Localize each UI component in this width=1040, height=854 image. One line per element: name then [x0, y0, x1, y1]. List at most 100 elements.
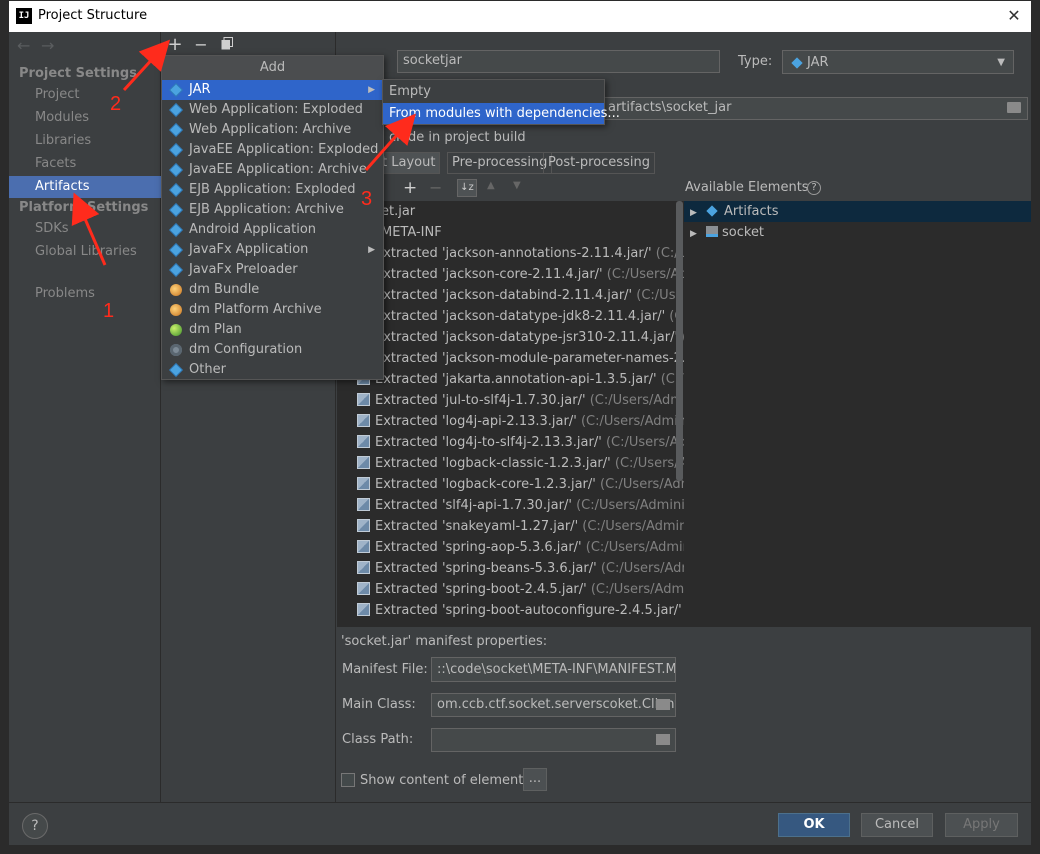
tree-row[interactable]: et.jar: [337, 201, 684, 222]
cancel-button[interactable]: Cancel: [861, 813, 933, 837]
sidebar-item-modules[interactable]: Modules: [9, 107, 161, 129]
artifact-detail-panel: socketjar Type: JAR ▼ artifacts\socket_j…: [337, 32, 1031, 802]
extracted-jar-icon: [357, 435, 370, 448]
sort-icon[interactable]: ↓z: [457, 179, 477, 197]
tree-row[interactable]: Extracted 'log4j-api-2.13.3.jar/' (C:/Us…: [337, 411, 684, 432]
add-menu-item[interactable]: EJB Application: Archive: [162, 200, 383, 220]
help-button[interactable]: ?: [22, 813, 48, 839]
sidebar-item-artifacts[interactable]: Artifacts: [9, 176, 161, 198]
add-menu-item[interactable]: JavaEE Application: Archive: [162, 160, 383, 180]
tree-row[interactable]: Extracted 'logback-core-1.2.3.jar/' (C:/…: [337, 474, 684, 495]
ok-button[interactable]: OK: [778, 813, 850, 837]
forward-arrow-icon[interactable]: →: [41, 36, 54, 55]
add-menu-item[interactable]: Web Application: Exploded: [162, 100, 383, 120]
folder-icon[interactable]: [1007, 102, 1021, 113]
output-layout-tree[interactable]: et.jar META-INF Extracted 'jackson-annot…: [337, 201, 684, 627]
tree-row[interactable]: Extracted 'jackson-datatype-jsr310-2.11.…: [337, 327, 684, 348]
tree-row[interactable]: Extracted 'snakeyaml-1.27.jar/' (C:/User…: [337, 516, 684, 537]
sidebar-item-project[interactable]: Project: [9, 84, 161, 106]
ejb-icon: [170, 184, 182, 196]
tree-row[interactable]: Extracted 'jackson-databind-2.11.4.jar/'…: [337, 285, 684, 306]
tree-row[interactable]: Extracted 'spring-boot-2.4.5.jar/' (C:/U…: [337, 579, 684, 600]
tree-row[interactable]: Extracted 'jackson-module-parameter-name…: [337, 348, 684, 369]
move-up-icon[interactable]: ▲: [487, 180, 495, 191]
tree-row-path: (C:/Users/Administrato: [582, 519, 684, 534]
layout-remove-icon[interactable]: −: [429, 178, 442, 197]
manifest-file-field[interactable]: ::\code\socket\META-INF\MANIFEST.MF: [431, 657, 676, 682]
expand-icon[interactable]: ▶: [690, 203, 704, 224]
show-content-label[interactable]: Show content of elements: [360, 773, 530, 788]
show-content-checkbox[interactable]: [341, 773, 355, 787]
add-menu-item[interactable]: JAR ▶: [162, 80, 383, 100]
available-elements-tree[interactable]: ▶ Artifacts ▶ socket: [684, 201, 1031, 627]
back-arrow-icon[interactable]: ←: [17, 36, 30, 55]
tree-row[interactable]: Extracted 'spring-aop-5.3.6.jar/' (C:/Us…: [337, 537, 684, 558]
help-circle-icon[interactable]: ?: [807, 181, 821, 195]
tree-row[interactable]: Extracted 'spring-beans-5.3.6.jar/' (C:/…: [337, 558, 684, 579]
section-project-settings: Project Settings: [19, 66, 137, 81]
extracted-jar-icon: [357, 582, 370, 595]
javafx-icon: [170, 264, 182, 276]
sidebar-item-problems[interactable]: Problems: [9, 283, 161, 305]
tree-row[interactable]: Extracted 'jul-to-slf4j-1.7.30.jar/' (C:…: [337, 390, 684, 411]
add-menu-item[interactable]: JavaFx Preloader: [162, 260, 383, 280]
add-menu-item[interactable]: dm Bundle: [162, 280, 383, 300]
main-class-field[interactable]: om.ccb.ctf.socket.serverscoket.Client: [431, 693, 676, 717]
sidebar-item-sdks[interactable]: SDKs: [9, 218, 161, 240]
extracted-jar-icon: [357, 477, 370, 490]
tree-row[interactable]: Extracted 'jackson-datatype-jdk8-2.11.4.…: [337, 306, 684, 327]
add-menu-item[interactable]: Web Application: Archive: [162, 120, 383, 140]
sidebar-item-libraries[interactable]: Libraries: [9, 130, 161, 152]
tree-row[interactable]: Extracted 'log4j-to-slf4j-2.13.3.jar/' (…: [337, 432, 684, 453]
folder-icon[interactable]: [656, 734, 670, 745]
add-menu-item[interactable]: Other: [162, 360, 383, 380]
folder-icon[interactable]: [656, 699, 670, 710]
tree-row[interactable]: Extracted 'slf4j-api-1.7.30.jar/' (C:/Us…: [337, 495, 684, 516]
output-directory-input[interactable]: artifacts\socket_jar: [602, 97, 1028, 120]
copy-icon[interactable]: [218, 36, 236, 54]
move-down-icon[interactable]: ▼: [513, 180, 521, 191]
add-menu-item[interactable]: JavaFx Application ▶: [162, 240, 383, 260]
tree-row[interactable]: Extracted 'spring-boot-autoconfigure-2.4…: [337, 600, 684, 621]
tree-scrollbar[interactable]: [676, 201, 683, 481]
type-combobox[interactable]: JAR ▼: [782, 50, 1014, 74]
ellipsis-button[interactable]: ...: [523, 768, 547, 791]
add-menu-item-label: Web Application: Archive: [189, 122, 352, 137]
tree-row[interactable]: Extracted 'jakarta.annotation-api-1.3.5.…: [337, 369, 684, 390]
tree-row[interactable]: META-INF: [337, 222, 684, 243]
available-item-socket[interactable]: ▶ socket: [684, 222, 1031, 245]
layout-add-icon[interactable]: +: [403, 178, 417, 198]
sidebar-item-facets[interactable]: Facets: [9, 153, 161, 175]
tab-pre-processing[interactable]: Pre-processing: [447, 152, 553, 174]
sidebar-item-global-libraries[interactable]: Global Libraries: [9, 241, 161, 263]
tree-row[interactable]: Extracted 'jackson-annotations-2.11.4.ja…: [337, 243, 684, 264]
type-label: Type:: [738, 54, 773, 69]
add-menu-item[interactable]: dm Configuration: [162, 340, 383, 360]
submenu-arrow-icon: ▶: [368, 85, 375, 95]
artifact-name-input[interactable]: socketjar: [397, 50, 720, 73]
add-menu-item[interactable]: EJB Application: Exploded: [162, 180, 383, 200]
tree-row-name: Extracted 'spring-aop-5.3.6.jar/': [375, 540, 582, 555]
add-menu-item[interactable]: Android Application: [162, 220, 383, 240]
remove-icon[interactable]: −: [192, 36, 210, 54]
add-icon[interactable]: +: [166, 36, 184, 54]
tab-post-processing[interactable]: Post-processing: [543, 152, 655, 174]
class-path-field[interactable]: [431, 728, 676, 752]
available-item-artifacts[interactable]: ▶ Artifacts: [684, 201, 1031, 224]
main-class-label: Main Class:: [342, 697, 416, 712]
add-menu-item[interactable]: JavaEE Application: Exploded: [162, 140, 383, 160]
expand-icon[interactable]: ▶: [690, 224, 704, 245]
add-menu-item[interactable]: dm Platform Archive: [162, 300, 383, 320]
close-icon[interactable]: ✕: [1003, 5, 1025, 27]
tree-row[interactable]: Extracted 'jackson-core-2.11.4.jar/' (C:…: [337, 264, 684, 285]
submenu-item-empty[interactable]: Empty: [383, 81, 604, 102]
tab-output-layout[interactable]: t Layout: [377, 152, 441, 174]
add-menu-item-label: dm Configuration: [189, 342, 303, 357]
apply-button[interactable]: Apply: [945, 813, 1018, 837]
add-menu-item-label: JavaFx Preloader: [189, 262, 298, 277]
tree-row[interactable]: Extracted 'logback-classic-1.2.3.jar/' (…: [337, 453, 684, 474]
include-in-build-label[interactable]: clude in project build: [389, 130, 526, 145]
submenu-item-from-modules[interactable]: From modules with dependencies...: [383, 103, 620, 124]
add-menu-item[interactable]: dm Plan: [162, 320, 383, 340]
dm-plan-icon: [170, 324, 182, 336]
